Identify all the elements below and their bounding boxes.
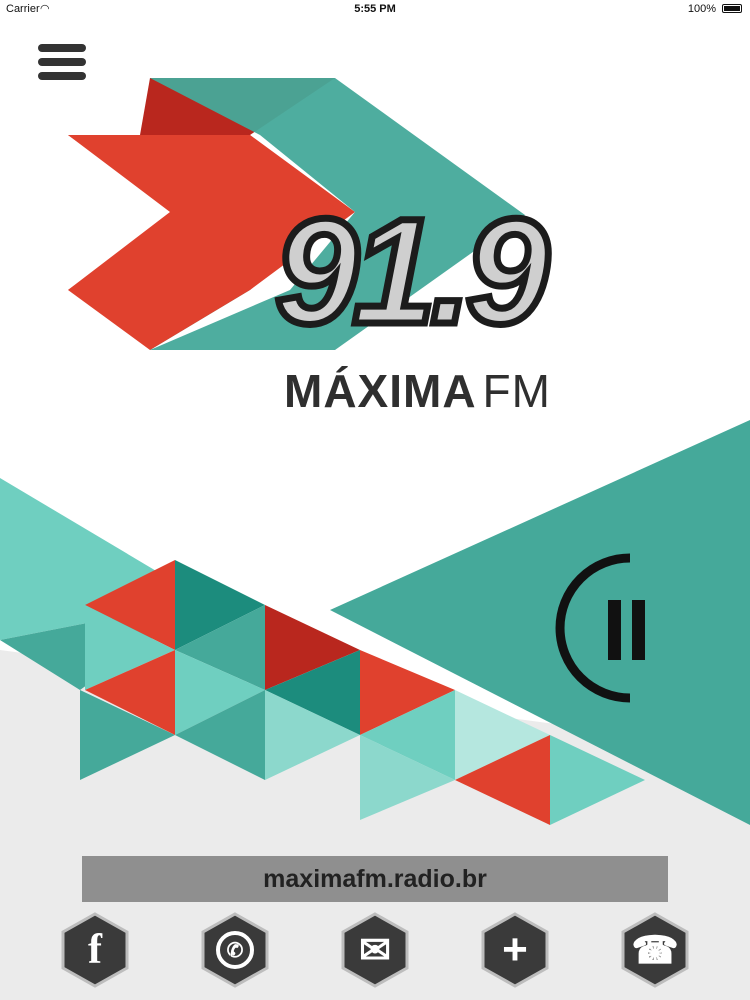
tunein-icon: + [502,925,528,974]
pause-icon [555,553,645,703]
status-bar: Carrier ◠ 5:55 PM 100% [0,0,750,18]
frequency-label: 91.9 [272,187,553,355]
whatsapp-icon: ✆ [226,939,244,962]
website-link[interactable]: maximafm.radio.br [82,856,668,902]
menu-bar-icon [38,58,86,66]
tunein-button[interactable]: + [481,912,549,988]
pause-button[interactable] [548,548,668,708]
email-button[interactable]: ✉ [341,912,409,988]
battery-icon [722,4,742,13]
menu-button[interactable] [38,44,86,88]
phone-icon: ☎ [631,929,679,972]
menu-bar-icon [38,44,86,52]
email-icon: ✉ [359,929,391,972]
battery-percent: 100% [687,3,716,15]
station-name: MÁXIMA FM [284,364,551,418]
whatsapp-button[interactable]: ✆ [201,912,269,988]
station-name-light: FM [482,365,551,417]
facebook-icon: f [88,927,102,973]
menu-bar-icon [38,72,86,80]
facebook-button[interactable]: f [61,912,129,988]
phone-button[interactable]: ☎ [621,912,689,988]
clock: 5:55 PM [354,3,396,15]
station-name-bold: MÁXIMA [284,365,477,417]
